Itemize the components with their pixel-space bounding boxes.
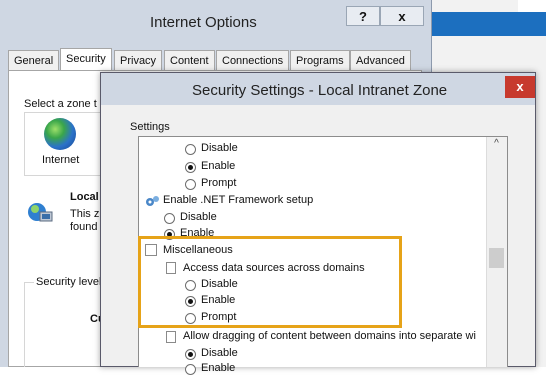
radio-prompt-1[interactable] bbox=[185, 179, 196, 190]
zone-internet-label[interactable]: Internet bbox=[42, 154, 79, 166]
close-button[interactable]: x bbox=[380, 6, 424, 26]
background-window-edge bbox=[518, 0, 546, 12]
local-intranet-icon bbox=[26, 200, 54, 226]
internet-options-title: Internet Options bbox=[150, 14, 257, 31]
option-label: Disable bbox=[180, 211, 217, 223]
tab-connections[interactable]: Connections bbox=[216, 50, 290, 70]
radio-disable-1[interactable] bbox=[185, 144, 196, 155]
security-level-label: Security level bbox=[34, 276, 104, 288]
scroll-thumb[interactable] bbox=[489, 248, 504, 268]
local-intranet-title: Local bbox=[70, 191, 99, 203]
background-window-titlebar bbox=[430, 12, 546, 36]
option-label: Disable bbox=[201, 347, 238, 359]
radio-enable-1[interactable] bbox=[185, 162, 196, 173]
local-intranet-description: This z bbox=[70, 208, 100, 220]
dialog-close-button[interactable]: x bbox=[505, 76, 535, 98]
option-label: Enable bbox=[201, 160, 236, 172]
tab-content[interactable]: Content bbox=[164, 50, 215, 70]
document-icon bbox=[166, 331, 176, 343]
zone-prompt: Select a zone t bbox=[24, 98, 97, 110]
help-button[interactable]: ? bbox=[346, 6, 380, 26]
local-intranet-description-2: found bbox=[70, 221, 98, 233]
option-label: Enable bbox=[201, 362, 236, 374]
radio-drag-enable[interactable] bbox=[185, 364, 196, 375]
gears-icon bbox=[145, 194, 161, 208]
setting-heading: Enable .NET Framework setup bbox=[163, 194, 314, 206]
tab-advanced[interactable]: Advanced bbox=[350, 50, 411, 70]
option-label: Disable bbox=[201, 142, 238, 154]
option-label: Prompt bbox=[201, 177, 237, 189]
tab-security[interactable]: Security bbox=[60, 48, 112, 71]
highlight-box bbox=[138, 236, 402, 328]
security-settings-title: Security Settings - Local Intranet Zone bbox=[192, 82, 448, 99]
radio-dotnet-disable[interactable] bbox=[164, 213, 175, 224]
tab-programs[interactable]: Programs bbox=[290, 50, 350, 70]
radio-drag-disable[interactable] bbox=[185, 349, 196, 360]
scroll-up-icon[interactable]: ^ bbox=[486, 138, 507, 156]
tab-privacy[interactable]: Privacy bbox=[114, 50, 163, 70]
setting-heading: Allow dragging of content between domain… bbox=[183, 330, 476, 342]
tab-general[interactable]: General bbox=[8, 50, 60, 70]
globe-icon[interactable] bbox=[44, 118, 76, 150]
settings-label: Settings bbox=[130, 121, 170, 133]
